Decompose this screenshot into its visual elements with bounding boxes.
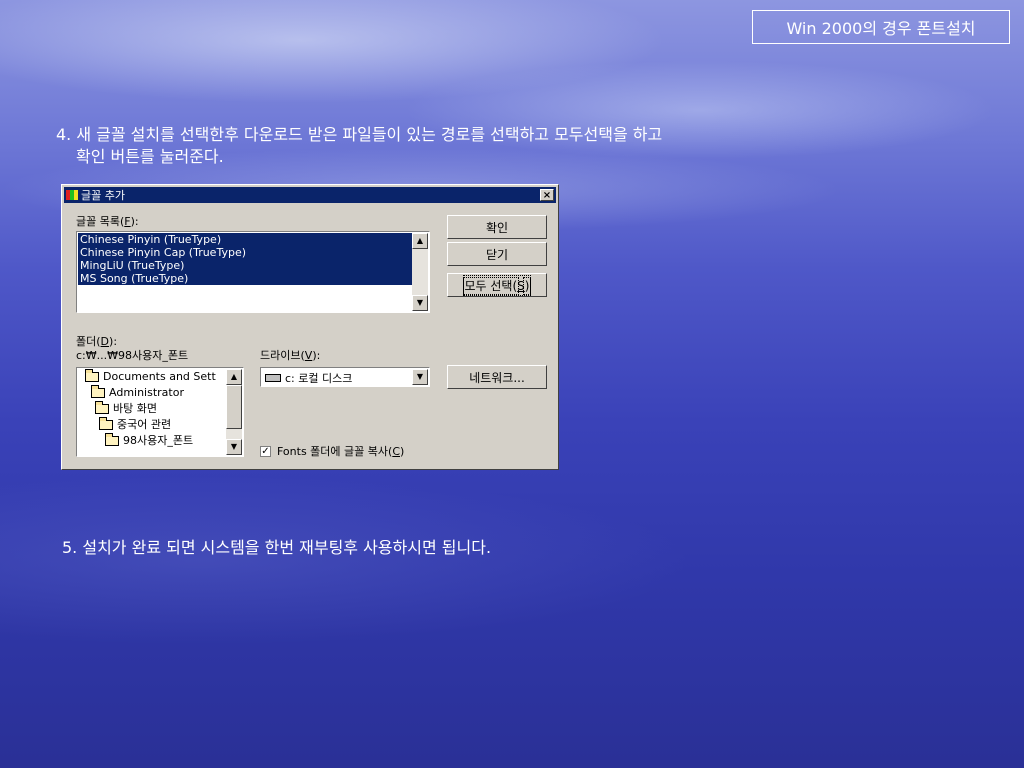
drive-label-text: 드라이브( [260, 349, 305, 362]
open-folder-icon [85, 369, 99, 382]
select-all-hotkey: S [517, 278, 525, 293]
font-list-item[interactable]: MS Song (TrueType) [78, 272, 412, 285]
font-list-label-text: 글꼴 목록( [76, 215, 125, 228]
network-button[interactable]: 네트워크... [447, 365, 547, 389]
dialog-title: 글꼴 추가 [81, 189, 125, 202]
folder-item-label: Documents and Sett [103, 370, 216, 383]
drive-select[interactable]: c: 로컬 디스크 ▼ [260, 367, 430, 387]
copy-to-fonts-hotkey: C [392, 445, 400, 458]
folder-item-label: 98사용자_폰트 [123, 434, 194, 447]
add-fonts-dialog: 글꼴 추가 × 글꼴 목록(F): Chinese Pinyin (TrueTy… [61, 184, 559, 470]
scroll-down-icon[interactable]: ▼ [226, 439, 242, 455]
network-button-label: 네트워크... [469, 370, 525, 385]
font-list[interactable]: Chinese Pinyin (TrueType) Chinese Pinyin… [76, 231, 430, 313]
close-icon[interactable]: × [540, 189, 554, 201]
folder-tree[interactable]: Documents and Sett Administrator 바탕 화면 중… [76, 367, 244, 457]
ok-button[interactable]: 확인 [447, 215, 547, 239]
open-folder-icon [91, 385, 105, 398]
drive-icon [265, 374, 281, 382]
font-list-item[interactable]: Chinese Pinyin Cap (TrueType) [78, 246, 412, 259]
folder-item[interactable]: 중국어 관련 [79, 417, 227, 433]
close-button-label: 닫기 [485, 247, 509, 262]
select-all-suffix: ) [522, 276, 532, 295]
drive-label: 드라이브(V): [260, 347, 320, 363]
ok-button-label: 확인 [485, 220, 509, 235]
step-5-text: 5. 설치가 완료 되면 시스템을 한번 재부팅후 사용하시면 됩니다. [62, 538, 492, 557]
select-all-text: 모두 선택( [462, 276, 520, 295]
copy-to-fonts-text: Fonts 폴더에 글꼴 복사( [277, 445, 393, 458]
copy-to-fonts-suffix: ) [400, 445, 405, 458]
dialog-titlebar[interactable]: 글꼴 추가 × [64, 187, 556, 203]
scroll-thumb[interactable] [226, 385, 242, 429]
slide-title: Win 2000의 경우 폰트설치 [752, 10, 1010, 44]
font-list-item[interactable]: MingLiU (TrueType) [78, 259, 412, 272]
copy-to-fonts-checkbox[interactable]: ✓ Fonts 폴더에 글꼴 복사(C) [260, 443, 404, 459]
folder-item[interactable]: Documents and Sett [79, 369, 227, 385]
scroll-up-icon[interactable]: ▲ [412, 233, 428, 249]
font-list-item[interactable]: Chinese Pinyin (TrueType) [78, 233, 412, 246]
folder-item-label: 중국어 관련 [117, 418, 172, 431]
folder-path: c:₩...₩98사용자_폰트 [76, 349, 189, 362]
folder-item[interactable]: Administrator [79, 385, 227, 401]
select-all-button[interactable]: 모두 선택(S) [447, 273, 547, 297]
folder-item[interactable]: 바탕 화면 [79, 401, 227, 417]
font-list-scrollbar[interactable]: ▲ ▼ [412, 233, 428, 311]
font-list-label-suffix: ): [130, 215, 139, 228]
open-folder-icon [99, 417, 113, 430]
folder-item-label: Administrator [109, 386, 184, 399]
drive-select-value: c: 로컬 디스크 [285, 372, 353, 385]
close-button[interactable]: 닫기 [447, 242, 547, 266]
select-all-button-label: 모두 선택(S) [462, 274, 532, 296]
step-4-line-2: 확인 버튼를 눌러준다. [76, 147, 224, 166]
open-folder-icon [95, 401, 109, 414]
folder-item-label: 바탕 화면 [113, 402, 157, 415]
font-list-label: 글꼴 목록(F): [76, 213, 139, 229]
copy-to-fonts-label: Fonts 폴더에 글꼴 복사(C) [277, 443, 404, 459]
drive-label-suffix: ): [312, 349, 321, 362]
step-4-line-1: 4. 새 글꼴 설치를 선택한후 다운로드 받은 파일들이 있는 경로를 선택하… [56, 125, 663, 144]
open-folder-icon [105, 433, 119, 446]
step-4-text: 4. 새 글꼴 설치를 선택한후 다운로드 받은 파일들이 있는 경로를 선택하… [56, 124, 896, 168]
chevron-down-icon[interactable]: ▼ [412, 369, 428, 385]
fonts-app-icon [66, 190, 78, 200]
folder-item[interactable]: 98사용자_폰트 [79, 433, 227, 449]
scroll-up-icon[interactable]: ▲ [226, 369, 242, 385]
folder-tree-scrollbar[interactable]: ▲ ▼ [226, 369, 242, 455]
checkbox-check-icon[interactable]: ✓ [260, 445, 271, 457]
scroll-down-icon[interactable]: ▼ [412, 295, 428, 311]
